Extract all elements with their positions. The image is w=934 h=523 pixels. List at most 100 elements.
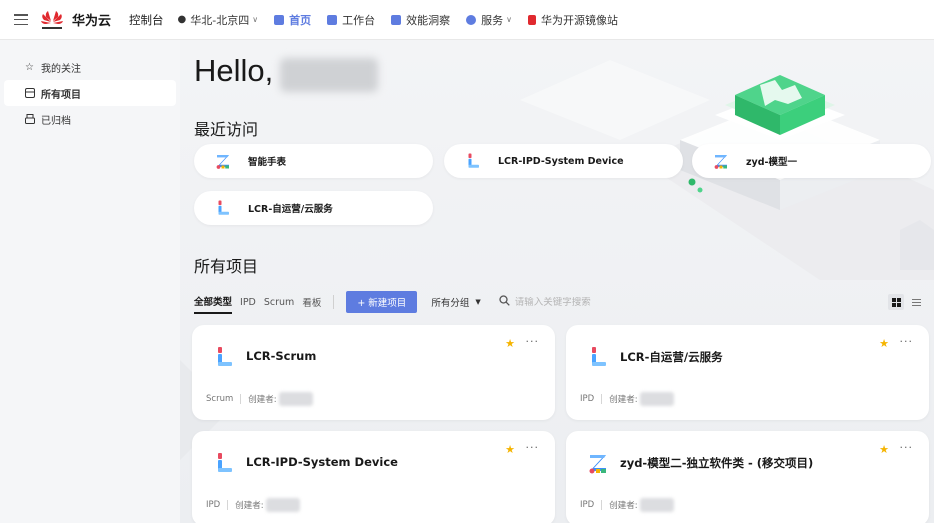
star-outline-icon: ☆ [25,61,34,73]
nav-service-label: 服务 [481,13,504,27]
recent-item-label: 智能手表 [248,157,287,168]
new-project-button[interactable]: + 新建项目 [346,291,418,313]
z-project-icon [586,451,610,475]
divider [333,295,335,309]
sidebar-item-archived[interactable]: 已归档 [4,106,176,132]
divider [227,500,229,510]
project-name: zyd-模型二-独立软件类 - (移交项目) [620,456,814,470]
search-icon [499,295,510,309]
l-project-icon [212,345,236,369]
sidebar-item-label: 我的关注 [41,63,81,75]
recent-item[interactable]: LCR-IPD-System Device [444,144,683,178]
search-box [499,295,655,309]
project-card[interactable]: LCR-Scrum ★ ··· Scrum 创建者: [192,325,555,420]
filter-tab-ipd[interactable]: IPD [240,293,256,312]
project-meta: IPD 创建者: [580,498,674,512]
sidebar-item-label: 已归档 [41,115,71,127]
recent-item[interactable]: LCR-自运营/云服务 [194,191,433,225]
nav-workbench-label: 工作台 [342,13,376,27]
location-pin-icon: ● [177,14,187,25]
l-project-icon [214,199,232,217]
star-filled-icon[interactable]: ★ [505,443,515,456]
project-card[interactable]: LCR-IPD-System Device ★ ··· IPD 创建者: [192,431,555,523]
group-select[interactable]: 所有分组 ▼ [431,295,480,309]
huawei-logo[interactable] [40,9,64,31]
group-select-value: 所有分组 [431,298,470,309]
star-filled-icon[interactable]: ★ [879,337,889,350]
grid-view-icon[interactable] [888,294,904,310]
creator-name-redacted [265,498,300,512]
creator-label: 创建者: [248,395,277,405]
filter-bar: 全部类型 IPD Scrum 看板 + 新建项目 所有分组 ▼ [194,290,655,314]
recent-title: 最近访问 [194,120,259,139]
l-project-icon [212,451,236,475]
nav-home[interactable]: 首页 [274,12,311,28]
project-type: IPD [580,500,595,510]
console-link[interactable]: 控制台 [129,12,164,28]
menu-icon[interactable] [14,14,28,25]
z-project-icon [712,152,730,170]
project-meta: IPD 创建者: [580,392,674,406]
divider [601,500,603,510]
filter-tab-scrum[interactable]: Scrum [264,293,294,312]
sidebar: ☆ 我的关注 所有项目 已归档 [0,40,180,523]
l-project-icon [464,152,482,170]
project-card[interactable]: zyd-模型二-独立软件类 - (移交项目) ★ ··· IPD 创建者: [566,431,929,523]
project-type: Scrum [206,394,234,404]
view-toggle [884,294,924,310]
region-label: 华北-北京四 [190,13,250,27]
recent-item[interactable]: 智能手表 [194,144,433,178]
brand-name[interactable]: 华为云 [72,10,111,29]
insight-icon [391,14,402,25]
project-type: IPD [206,500,221,510]
nav-workbench[interactable]: 工作台 [327,12,375,28]
nav-mirror[interactable]: 华为开源镜像站 [527,12,618,28]
chevron-down-icon: ∨ [506,15,512,24]
list-view-icon[interactable] [908,294,924,310]
recent-item-label: zyd-模型一 [746,157,797,168]
divider [240,394,242,404]
workbench-icon [327,14,338,25]
project-name: LCR-自运营/云服务 [620,350,723,364]
nav-insight-label: 效能洞察 [406,13,451,27]
search-input[interactable] [514,296,655,308]
nav-insight[interactable]: 效能洞察 [391,12,450,28]
nav-mirror-label: 华为开源镜像站 [540,13,618,27]
star-filled-icon[interactable]: ★ [505,337,515,350]
star-filled-icon[interactable]: ★ [879,443,889,456]
main-content: Hello, 最近访问 智能手表 LCR-IPD-System Device z… [180,40,934,523]
archive-icon [24,114,35,125]
creator-name-redacted [639,392,674,406]
creator-name-redacted [639,498,674,512]
top-bar: 华为云 控制台 ● 华北-北京四 ∨ 首页 工作台 效能洞察 服务 ∨ 华为开源… [0,0,934,40]
home-icon [274,14,285,25]
project-type: IPD [580,394,595,404]
more-icon[interactable]: ··· [900,441,914,454]
nav-service[interactable]: 服务 ∨ [466,12,512,28]
more-icon[interactable]: ··· [900,335,914,348]
sidebar-item-label: 所有项目 [41,89,81,101]
sidebar-item-favorites[interactable]: ☆ 我的关注 [4,54,176,80]
service-icon [466,14,477,25]
mirror-icon [527,14,536,25]
user-name-redacted [280,58,378,92]
sidebar-item-all-projects[interactable]: 所有项目 [4,80,176,106]
creator-name-redacted [278,392,313,406]
creator-label: 创建者: [609,395,638,405]
recent-item-label: LCR-IPD-System Device [498,155,624,167]
chevron-down-icon: ∨ [252,15,259,24]
greeting: Hello, [194,53,274,88]
more-icon[interactable]: ··· [526,441,540,454]
project-name: LCR-IPD-System Device [246,455,398,469]
more-icon[interactable]: ··· [526,335,540,348]
region-selector[interactable]: ● 华北-北京四 ∨ [178,12,259,28]
l-project-icon [586,345,610,369]
project-card[interactable]: LCR-自运营/云服务 ★ ··· IPD 创建者: [566,325,929,420]
project-meta: IPD 创建者: [206,498,300,512]
filter-tab-kanban[interactable]: 看板 [302,291,321,313]
all-projects-title: 所有项目 [194,257,259,276]
project-meta: Scrum 创建者: [206,392,313,406]
folder-icon [24,88,35,99]
recent-item[interactable]: zyd-模型一 [692,144,931,178]
filter-tab-all[interactable]: 全部类型 [194,290,233,314]
